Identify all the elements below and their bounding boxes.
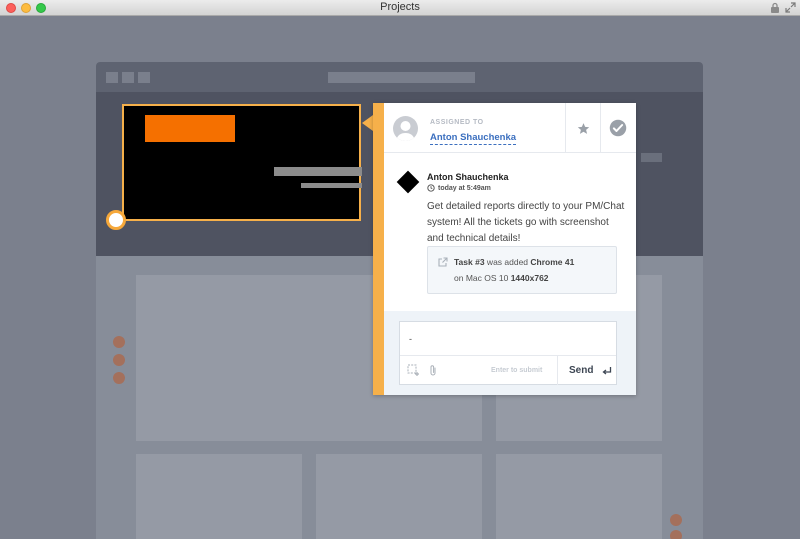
star-icon [577, 122, 589, 134]
reply-input[interactable] [400, 322, 616, 355]
reply-toolbar: Enter to submit Send [400, 355, 618, 385]
send-label: Send [569, 365, 594, 376]
user-silhouette-icon [396, 121, 415, 141]
window-titlebar: Projects [0, 0, 800, 16]
comment-timestamp: today at 5:49am [427, 184, 491, 192]
decor-dot [670, 530, 682, 539]
star-button[interactable] [565, 103, 600, 153]
assignment-row: ASSIGNED TO Anton Shauchenka [384, 103, 636, 153]
check-circle-icon [609, 119, 627, 137]
window-title: Projects [380, 1, 420, 13]
assigned-to-label: ASSIGNED TO [430, 119, 484, 126]
reply-area: Enter to submit Send [384, 311, 636, 395]
decor-dot [113, 336, 125, 348]
mock-toolbar-button [122, 72, 134, 83]
task-number: Task #3 [454, 257, 485, 267]
mock-browser-toolbar [96, 62, 703, 92]
mock-url-bar [328, 72, 475, 83]
mock-content-card [136, 454, 302, 539]
screenshot-area-icon[interactable] [407, 364, 420, 377]
paperclip-icon[interactable] [428, 364, 438, 377]
decor-dot [113, 354, 125, 366]
task-environment-line: on Mac OS 10 1440x762 [454, 273, 549, 283]
comment-body: Get detailed reports directly to your PM… [427, 201, 625, 244]
comment-author-name: Anton Shauchenka [427, 172, 509, 182]
comment-panel: ASSIGNED TO Anton Shauchenka Anton Shauc… [373, 103, 636, 395]
mock-content-card [496, 454, 662, 539]
external-link-icon [438, 257, 448, 267]
task-browser: Chrome 41 [530, 257, 575, 267]
decor-dot [670, 514, 682, 526]
mock-toolbar-button [138, 72, 150, 83]
clock-icon [427, 184, 435, 192]
selection-placeholder-line [274, 167, 362, 176]
task-os: on Mac OS 10 [454, 273, 511, 283]
task-added-line: Task #3 was added Chrome 41 [454, 257, 574, 267]
decor-dot [113, 372, 125, 384]
enter-key-icon [602, 366, 612, 375]
selection-highlight-block [145, 115, 235, 142]
resolve-button[interactable] [600, 103, 635, 153]
mock-content-card [316, 454, 482, 539]
comment-author-avatar [396, 170, 420, 194]
selection-anchor-handle[interactable] [106, 210, 126, 230]
panel-pointer [362, 115, 373, 131]
assignee-link[interactable]: Anton Shauchenka [430, 132, 517, 145]
task-resolution: 1440x762 [510, 273, 549, 283]
expand-icon[interactable] [785, 2, 796, 13]
submit-hint: Enter to submit [491, 367, 543, 374]
send-button[interactable]: Send [557, 356, 618, 385]
task-notice[interactable]: Task #3 was added Chrome 41 on Mac OS 10… [427, 246, 617, 294]
mock-nav-item [641, 153, 662, 162]
lock-icon [771, 2, 779, 13]
reply-box: Enter to submit Send [399, 321, 617, 385]
mock-toolbar-button [106, 72, 118, 83]
comment-time-text: today at 5:49am [438, 184, 491, 192]
selection-placeholder-line [301, 183, 362, 188]
task-added-text: was added [484, 257, 531, 267]
screenshot-selection[interactable] [122, 104, 362, 221]
assignee-avatar [393, 116, 418, 141]
panel-accent-stripe [373, 103, 384, 395]
